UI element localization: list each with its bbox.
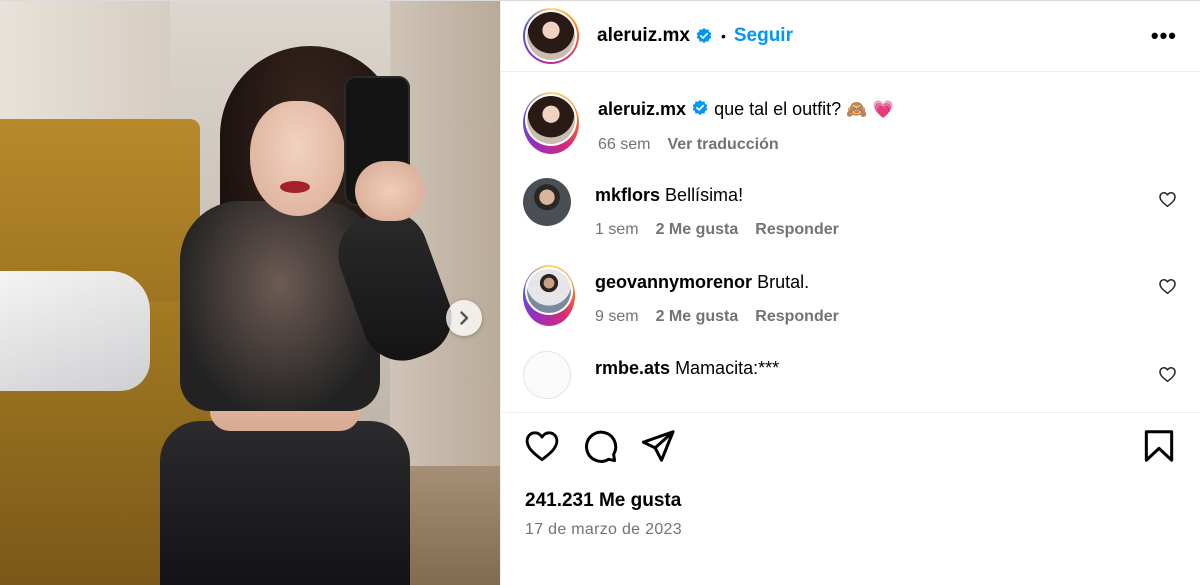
- like-button[interactable]: [523, 427, 561, 465]
- avatar-border: [525, 267, 573, 315]
- commenter-avatar-ring[interactable]: [523, 265, 575, 326]
- subject-pants: [160, 421, 410, 585]
- caption-text: aleruiz.mx que tal el outfit? 🙈 💗: [598, 97, 894, 122]
- comment-meta: 9 sem 2 Me gusta Responder: [595, 308, 839, 326]
- avatar-border: [525, 94, 577, 146]
- comment-like-heart-icon[interactable]: [1158, 190, 1177, 209]
- comment-like-heart-icon[interactable]: [1158, 277, 1177, 296]
- photo-subject: [150, 31, 463, 585]
- comment-time[interactable]: 9 sem: [595, 308, 639, 326]
- more-options-button[interactable]: •••: [1151, 23, 1177, 49]
- comment-text: mkflors Bellísima!: [595, 183, 839, 207]
- commenter-username[interactable]: rmbe.ats: [595, 358, 670, 378]
- comment-meta: 1 sem 2 Me gusta Responder: [595, 221, 839, 239]
- comment-text: geovannymorenor Brutal.: [595, 270, 839, 294]
- caption-meta: 66 sem Ver traducción: [598, 136, 894, 154]
- comment-icon: [585, 430, 618, 463]
- comment-body: mkflors Bellísima! 1 sem 2 Me gusta Resp…: [595, 178, 839, 239]
- commenter-username[interactable]: mkflors: [595, 185, 660, 205]
- chevron-right-icon: [460, 311, 469, 325]
- share-icon: [641, 429, 675, 462]
- comment-like-heart-icon[interactable]: [1158, 365, 1177, 384]
- comment-body: rmbe.ats Mamacita:***: [595, 351, 779, 399]
- instagram-post: aleruiz.mx • Seguir ••• aleruiz.mx que t…: [0, 0, 1200, 585]
- avatar-border: [525, 10, 577, 62]
- caption-body: aleruiz.mx que tal el outfit? 🙈 💗 66 sem…: [598, 92, 894, 154]
- comment-time[interactable]: 1 sem: [595, 221, 639, 239]
- comment-item: geovannymorenor Brutal. 9 sem 2 Me gusta…: [523, 265, 1177, 326]
- comment-body: geovannymorenor Brutal. 9 sem 2 Me gusta…: [595, 265, 839, 326]
- comment-message: Mamacita:***: [675, 358, 780, 378]
- likes-count[interactable]: 241.231 Me gusta: [525, 490, 1177, 512]
- post-header: aleruiz.mx • Seguir •••: [501, 1, 1200, 72]
- bookmark-icon: [1144, 429, 1174, 462]
- translate-link[interactable]: Ver traducción: [667, 136, 778, 154]
- post-caption: aleruiz.mx que tal el outfit? 🙈 💗 66 sem…: [523, 92, 1177, 154]
- comment-text: rmbe.ats Mamacita:***: [595, 356, 779, 380]
- caption-message: que tal el outfit?: [714, 99, 842, 119]
- author-avatar: [527, 12, 575, 60]
- comment-likes[interactable]: 2 Me gusta: [656, 308, 739, 326]
- save-button[interactable]: [1140, 427, 1178, 465]
- comment-message: Bellísima!: [665, 185, 744, 205]
- post-media[interactable]: [0, 1, 500, 585]
- next-photo-button[interactable]: [446, 300, 482, 336]
- post-side-panel: aleruiz.mx • Seguir ••• aleruiz.mx que t…: [500, 1, 1200, 585]
- author-username[interactable]: aleruiz.mx: [597, 25, 690, 47]
- commenter-avatar: [527, 269, 571, 313]
- separator-dot: •: [720, 28, 726, 44]
- post-date[interactable]: 17 de marzo de 2023: [525, 521, 1177, 539]
- post-stats: 241.231 Me gusta 17 de marzo de 2023: [501, 478, 1200, 585]
- follow-button[interactable]: Seguir: [734, 25, 793, 47]
- caption-username[interactable]: aleruiz.mx: [598, 99, 686, 119]
- verified-badge-icon: [696, 27, 712, 44]
- comment-message: Brutal.: [757, 272, 810, 292]
- comments-list: aleruiz.mx que tal el outfit? 🙈 💗 66 sem…: [501, 72, 1200, 412]
- subject-lips: [280, 181, 310, 193]
- comment-button[interactable]: [581, 427, 619, 465]
- caption-emoji: 🙈 💗: [846, 100, 894, 120]
- bed-sheets: [0, 271, 150, 391]
- commenter-username[interactable]: geovannymorenor: [595, 272, 752, 292]
- post-actions-bar: [501, 412, 1200, 478]
- commenter-avatar[interactable]: [523, 178, 571, 226]
- reply-button[interactable]: Responder: [755, 221, 839, 239]
- heart-icon: [525, 430, 559, 461]
- subject-hand: [355, 161, 425, 221]
- subject-face: [250, 101, 345, 216]
- caption-avatar-ring[interactable]: [523, 92, 579, 154]
- share-button[interactable]: [639, 427, 677, 465]
- verified-badge-icon: [692, 99, 708, 116]
- reply-button[interactable]: Responder: [755, 308, 839, 326]
- caption-time[interactable]: 66 sem: [598, 136, 650, 154]
- author-avatar: [527, 96, 575, 144]
- commenter-avatar[interactable]: [523, 351, 571, 399]
- comment-item: mkflors Bellísima! 1 sem 2 Me gusta Resp…: [523, 178, 1177, 239]
- comment-item: rmbe.ats Mamacita:***: [523, 351, 1177, 399]
- comment-likes[interactable]: 2 Me gusta: [656, 221, 739, 239]
- author-avatar-ring[interactable]: [523, 8, 579, 64]
